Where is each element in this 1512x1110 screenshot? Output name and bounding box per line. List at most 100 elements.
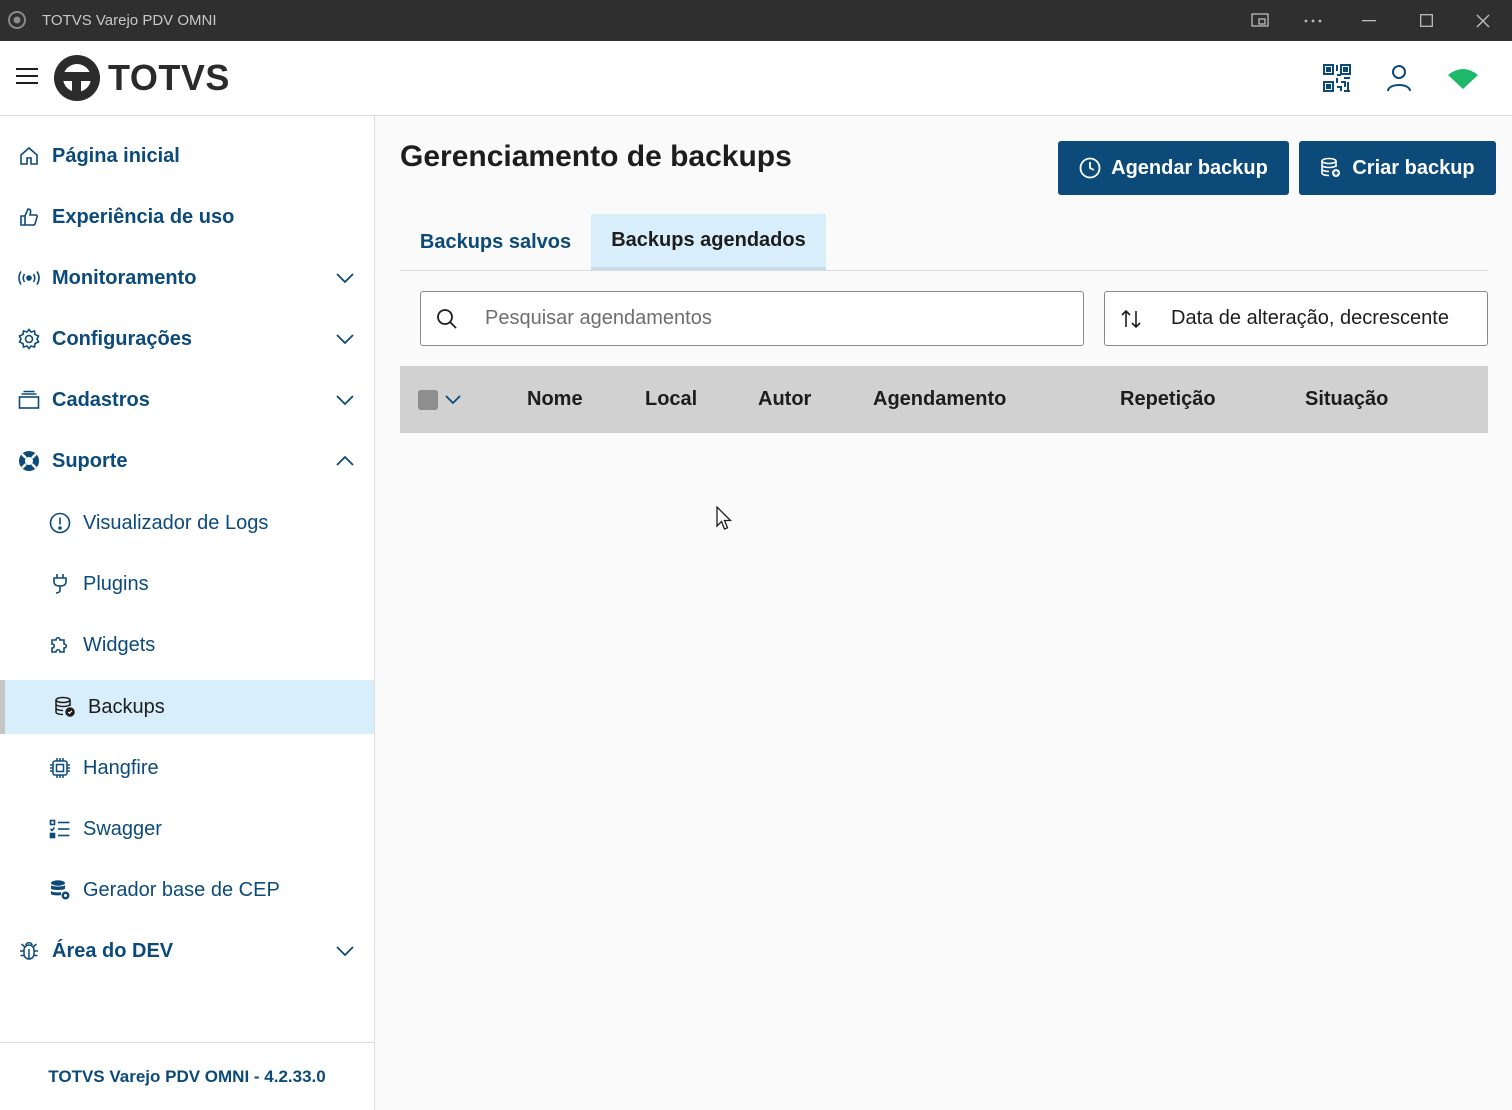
home-icon bbox=[18, 145, 40, 167]
puzzle-icon bbox=[49, 634, 71, 656]
plug-icon bbox=[49, 573, 71, 595]
sidebar-item-cadastros[interactable]: Cadastros bbox=[0, 373, 374, 427]
sidebar-item-label: Área do DEV bbox=[52, 939, 174, 962]
close-icon bbox=[1476, 14, 1490, 27]
cast-icon bbox=[1251, 12, 1269, 27]
chip-icon bbox=[49, 757, 71, 779]
schedule-backup-label: Agendar backup bbox=[1111, 156, 1268, 179]
window-titlebar: TOTVS Varejo PDV OMNI bbox=[0, 0, 1512, 41]
thumbs-up-icon bbox=[18, 206, 40, 228]
schedule-backup-button[interactable]: Agendar backup bbox=[1058, 141, 1289, 195]
sidebar-item-label: Monitoramento bbox=[52, 266, 197, 289]
sidebar-subitem-label: Gerador base de CEP bbox=[83, 878, 280, 901]
sidebar-subitem-hangfire[interactable]: Hangfire bbox=[0, 741, 374, 795]
create-backup-label: Criar backup bbox=[1352, 156, 1475, 179]
broadcast-icon bbox=[18, 267, 40, 289]
hamburger-menu-button[interactable] bbox=[14, 65, 42, 91]
sidebar-subitem-label: Backups bbox=[88, 695, 165, 718]
more-dots-icon bbox=[1304, 19, 1322, 22]
minimize-icon bbox=[1362, 19, 1376, 21]
sidebar-item-pagina-inicial[interactable]: Página inicial bbox=[0, 129, 374, 183]
alert-circle-icon bbox=[49, 512, 71, 534]
user-profile-button[interactable] bbox=[1382, 61, 1416, 95]
sidebar-item-label: Configurações bbox=[52, 327, 193, 350]
tab-backups-agendados[interactable]: Backups agendados bbox=[591, 214, 826, 270]
wifi-icon bbox=[1448, 69, 1478, 89]
column-header-local[interactable]: Local bbox=[645, 388, 697, 411]
column-header-autor[interactable]: Autor bbox=[758, 388, 811, 411]
chevron-down-icon bbox=[336, 273, 354, 284]
sidebar-subitem-swagger[interactable]: Swagger bbox=[0, 802, 374, 856]
sort-label: Data de alteração, decrescente bbox=[1171, 307, 1449, 329]
sidebar-footer-version: TOTVS Varejo PDV OMNI - 4.2.33.0 bbox=[0, 1042, 374, 1110]
gear-icon bbox=[18, 328, 40, 350]
logo-text: TOTVS bbox=[108, 57, 230, 98]
sidebar-item-label: Suporte bbox=[52, 449, 128, 472]
stack-icon bbox=[18, 389, 40, 411]
app-icon bbox=[8, 11, 26, 29]
chevron-down-icon bbox=[336, 395, 354, 406]
chevron-down-icon bbox=[336, 946, 354, 957]
sidebar-item-label: Experiência de uso bbox=[52, 205, 235, 228]
app-header: TOTVS bbox=[0, 41, 1512, 116]
window-title: TOTVS Varejo PDV OMNI bbox=[42, 12, 217, 29]
column-header-situacao[interactable]: Situação bbox=[1305, 388, 1388, 411]
sidebar-item-monitoramento[interactable]: Monitoramento bbox=[0, 251, 374, 305]
sidebar-subitem-label: Plugins bbox=[83, 572, 149, 595]
select-all-checkbox[interactable] bbox=[418, 390, 438, 410]
search-input[interactable] bbox=[485, 300, 1065, 337]
backup-tabs: Backups salvos Backups agendados bbox=[400, 214, 1488, 271]
column-header-nome[interactable]: Nome bbox=[527, 388, 583, 411]
sort-select[interactable]: Data de alteração, decrescente bbox=[1104, 291, 1488, 346]
sidebar-item-suporte[interactable]: Suporte bbox=[0, 434, 374, 488]
maximize-icon bbox=[1419, 14, 1433, 27]
sidebar-item-configuracoes[interactable]: Configurações bbox=[0, 312, 374, 366]
chevron-down-icon bbox=[336, 334, 354, 345]
user-icon bbox=[1387, 65, 1411, 92]
database-add-icon bbox=[1320, 157, 1342, 179]
bug-icon bbox=[18, 940, 40, 962]
sidebar-subitem-widgets[interactable]: Widgets bbox=[0, 618, 374, 672]
sidebar-subitem-visualizador-de-logs[interactable]: Visualizador de Logs bbox=[0, 496, 374, 550]
close-button[interactable] bbox=[1455, 0, 1511, 41]
lifebuoy-icon bbox=[18, 450, 40, 472]
database-settings-icon bbox=[49, 879, 71, 901]
page-title: Gerenciamento de backups bbox=[400, 140, 792, 173]
sidebar-subitem-label: Visualizador de Logs bbox=[83, 511, 269, 534]
mouse-cursor-icon bbox=[716, 506, 733, 530]
sidebar-item-label: Cadastros bbox=[52, 388, 150, 411]
sidebar-subitem-label: Hangfire bbox=[83, 756, 159, 779]
cast-button[interactable] bbox=[1232, 0, 1288, 41]
qr-code-icon bbox=[1323, 64, 1351, 92]
minimize-button[interactable] bbox=[1341, 0, 1397, 41]
totvs-logo: TOTVS bbox=[52, 53, 230, 103]
checklist-icon bbox=[49, 818, 71, 840]
column-header-repeticao[interactable]: Repetição bbox=[1120, 388, 1216, 411]
sort-icon bbox=[1121, 309, 1141, 329]
sidebar-subitem-gerador-base-de-cep[interactable]: Gerador base de CEP bbox=[0, 863, 374, 917]
qr-code-button[interactable] bbox=[1320, 61, 1354, 95]
app-version-label: TOTVS Varejo PDV OMNI - 4.2.33.0 bbox=[48, 1066, 326, 1086]
sidebar-item-label: Página inicial bbox=[52, 144, 180, 167]
sidebar-nav: Página inicial Experiência de uso Monito… bbox=[0, 116, 375, 1110]
sidebar-subitem-label: Swagger bbox=[83, 817, 162, 840]
hamburger-icon bbox=[16, 68, 38, 84]
table-header: Nome Local Autor Agendamento Repetição S… bbox=[400, 366, 1488, 433]
sidebar-item-experiencia-de-uso[interactable]: Experiência de uso bbox=[0, 190, 374, 244]
maximize-button[interactable] bbox=[1398, 0, 1454, 41]
sidebar-subitem-label: Widgets bbox=[83, 633, 156, 656]
sidebar-item-area-do-dev[interactable]: Área do DEV bbox=[0, 924, 374, 978]
chevron-up-icon bbox=[336, 455, 354, 466]
sidebar-subitem-plugins[interactable]: Plugins bbox=[0, 557, 374, 611]
sidebar-subitem-backups[interactable]: Backups bbox=[0, 680, 374, 734]
tab-backups-salvos[interactable]: Backups salvos bbox=[400, 214, 591, 270]
database-icon bbox=[54, 696, 76, 718]
search-icon bbox=[437, 309, 457, 329]
clock-icon bbox=[1079, 157, 1101, 179]
connection-status[interactable] bbox=[1446, 61, 1480, 95]
create-backup-button[interactable]: Criar backup bbox=[1299, 141, 1496, 195]
more-button[interactable] bbox=[1285, 0, 1341, 41]
column-header-agendamento[interactable]: Agendamento bbox=[873, 388, 1006, 411]
chevron-down-icon[interactable] bbox=[443, 389, 463, 409]
search-field[interactable] bbox=[420, 291, 1084, 346]
